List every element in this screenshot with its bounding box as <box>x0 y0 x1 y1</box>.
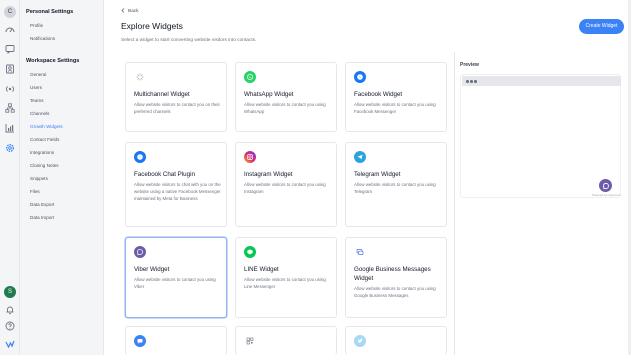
twitter-icon <box>354 335 366 347</box>
messenger-icon <box>134 151 146 163</box>
back-link[interactable]: Back <box>121 8 139 15</box>
settings-menu: Personal Settings Profile Notifications … <box>20 0 104 355</box>
menu-item-contact-fields[interactable]: Contact Fields <box>30 137 59 142</box>
widget-description: Allow website visitors to contact you us… <box>244 182 326 194</box>
logo-icon <box>5 339 15 349</box>
widget-description: Allow website visitors to contact you us… <box>134 277 216 289</box>
menu-item-snippets[interactable]: Snippets <box>30 176 48 181</box>
workflows-icon[interactable] <box>5 103 15 113</box>
powered-by-caption: Powered by respond.io <box>592 193 621 197</box>
widget-description: Allow website visitors to contact you us… <box>244 277 326 289</box>
line-icon <box>244 246 256 258</box>
broadcast-icon[interactable] <box>5 84 15 94</box>
account-avatar[interactable]: C <box>4 6 16 18</box>
widget-description: Allow website visitors to chat with you … <box>134 182 221 201</box>
workspace-settings-heading: Workspace Settings <box>26 58 80 64</box>
conversations-icon[interactable] <box>5 44 15 54</box>
widget-title: LINE Widget <box>244 266 279 273</box>
menu-item-closing-notes[interactable]: Closing Notes <box>30 163 59 168</box>
messenger-icon <box>354 71 366 83</box>
menu-item-data-export[interactable]: Data Export <box>30 202 54 207</box>
page-title: Explore Widgets <box>121 21 183 31</box>
main-content: Back Explore Widgets Select a widget to … <box>105 0 640 355</box>
widget-title: Facebook Widget <box>354 91 403 98</box>
widget-card-facebook-chat-plugin[interactable]: Facebook Chat Plugin Allow website visit… <box>125 142 227 227</box>
preview-browser-bar <box>462 76 621 86</box>
menu-item-profile[interactable]: Profile <box>30 23 43 28</box>
menu-item-files[interactable]: Files <box>30 189 40 194</box>
chevron-left-icon <box>121 8 125 15</box>
widget-card-viber[interactable]: Viber Widget Allow website visitors to c… <box>125 237 227 318</box>
widget-card-telegram[interactable]: Telegram Widget Allow website visitors t… <box>345 142 447 227</box>
widget-card-google-business-messages[interactable]: Google Business Messages Widget Allow we… <box>345 237 447 318</box>
menu-item-channels[interactable]: Channels <box>30 111 49 116</box>
widget-description: Allow website visitors to contact you us… <box>244 102 326 114</box>
google-business-icon <box>354 246 366 258</box>
personal-settings-heading: Personal Settings <box>26 9 74 15</box>
widget-title: Instagram Widget <box>244 171 293 178</box>
chat-icon <box>134 335 146 347</box>
widget-description: Allow website visitors to contact you us… <box>354 182 436 194</box>
widget-title: Google Business Messages Widget <box>354 266 431 282</box>
telegram-icon <box>354 151 366 163</box>
preview-panel: Powered by respond.io <box>460 74 621 198</box>
back-label: Back <box>128 9 139 14</box>
preview-divider <box>454 52 455 355</box>
widget-card-line[interactable]: LINE Widget Allow website visitors to co… <box>235 237 337 318</box>
reports-icon[interactable] <box>5 123 15 133</box>
multichannel-icon <box>134 71 146 83</box>
widget-card-twitter[interactable] <box>345 326 447 355</box>
menu-item-data-import[interactable]: Data Import <box>30 215 54 220</box>
menu-item-teams[interactable]: Teams <box>30 98 44 103</box>
contacts-icon[interactable] <box>5 64 15 74</box>
widget-title: Multichannel Widget <box>134 91 190 98</box>
viber-widget-bubble[interactable] <box>599 179 612 192</box>
icon-rail: C S <box>0 0 20 355</box>
menu-item-growth-widgets[interactable]: Growth Widgets <box>30 124 63 129</box>
help-icon[interactable] <box>5 321 15 331</box>
menu-item-users[interactable]: Users <box>30 85 42 90</box>
qr-code-icon <box>244 335 256 347</box>
whatsapp-icon <box>244 71 256 83</box>
widget-description: Allow website visitors to contact you us… <box>354 286 436 298</box>
widget-card-instagram[interactable]: Instagram Widget Allow website visitors … <box>235 142 337 227</box>
page-subtitle: Select a widget to start converting webs… <box>121 38 257 43</box>
user-avatar[interactable]: S <box>4 286 16 298</box>
dashboard-icon[interactable] <box>5 25 15 35</box>
viber-icon <box>602 182 609 189</box>
menu-item-general[interactable]: General <box>30 72 46 77</box>
preview-label: Preview <box>460 62 479 68</box>
menu-item-integrations[interactable]: Integrations <box>30 150 54 155</box>
widget-title: Viber Widget <box>134 266 170 273</box>
widget-description: Allow website visitors to contact you us… <box>354 102 436 114</box>
settings-icon[interactable] <box>5 143 15 153</box>
widget-card-qr-code[interactable] <box>235 326 337 355</box>
viber-icon <box>134 246 146 258</box>
widget-title: WhatsApp Widget <box>244 91 294 98</box>
create-widget-button[interactable]: Create Widget <box>579 19 624 34</box>
widget-title: Telegram Widget <box>354 171 401 178</box>
widget-card-chat[interactable] <box>125 326 227 355</box>
page-scrollbar[interactable] <box>628 0 631 355</box>
widget-card-multichannel[interactable]: Multichannel Widget Allow website visito… <box>125 62 227 132</box>
instagram-icon <box>244 151 256 163</box>
menu-item-notifications[interactable]: Notifications <box>30 36 55 41</box>
browser-dot <box>470 80 473 83</box>
widget-card-whatsapp[interactable]: WhatsApp Widget Allow website visitors t… <box>235 62 337 132</box>
notifications-icon[interactable] <box>5 305 15 315</box>
browser-dot <box>466 80 469 83</box>
widget-title: Facebook Chat Plugin <box>134 171 195 178</box>
browser-dot <box>474 80 477 83</box>
widget-card-facebook[interactable]: Facebook Widget Allow website visitors t… <box>345 62 447 132</box>
widget-description: Allow website visitors to contact you on… <box>134 102 220 114</box>
